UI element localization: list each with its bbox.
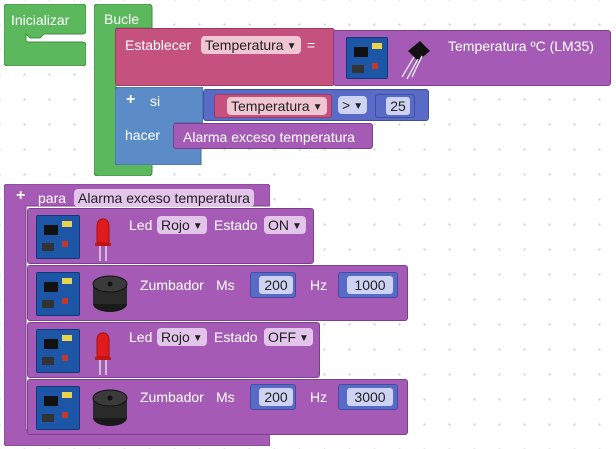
estado-label: Estado (214, 217, 258, 233)
establecer-variable-text: Temperatura (205, 37, 284, 53)
led-color-text: Rojo (161, 217, 190, 233)
hz-label: Hz (310, 277, 328, 293)
establecer-block[interactable]: Establecer Temperatura ▼ = (115, 28, 335, 86)
mutator-plus-icon[interactable]: + (126, 92, 135, 108)
ms-label: Ms (216, 277, 235, 293)
para-label: para (38, 190, 67, 206)
chevron-down-icon: ▼ (192, 333, 203, 344)
chevron-down-icon: ▼ (286, 41, 297, 52)
ms-label: Ms (216, 389, 235, 405)
led-state-dropdown[interactable]: ON ▼ (264, 216, 306, 234)
buzzer-icon (92, 389, 128, 426)
compare-number-block[interactable]: 25 (375, 94, 415, 118)
operator-text: > (342, 97, 351, 113)
threshold-number-field[interactable]: 25 (386, 97, 410, 115)
procedure-name-field[interactable]: Alarma exceso temperatura (74, 189, 254, 207)
sensor-lm35-block[interactable]: Temperatura ºC (LM35) (333, 30, 611, 86)
chevron-down-icon: ▼ (192, 221, 203, 232)
led-color-dropdown[interactable]: Rojo ▼ (157, 328, 207, 346)
lm35-sensor-icon (401, 41, 430, 80)
estado-label: Estado (214, 329, 258, 345)
led-state-text: OFF (268, 329, 296, 345)
led-label: Led (129, 329, 153, 345)
led-color-dropdown[interactable]: Rojo ▼ (157, 216, 207, 234)
hz-number-block[interactable]: 1000 (338, 272, 398, 298)
buzzer-block[interactable]: Zumbador Ms 200 Hz 1000 (27, 265, 408, 321)
inicializar-label: Inicializar (11, 12, 70, 28)
board-icon (36, 215, 80, 259)
board-icon (36, 386, 80, 430)
board-icon (346, 37, 388, 79)
compare-variable-text: Temperatura (231, 98, 310, 114)
red-led-icon (95, 218, 111, 261)
operator-dropdown[interactable]: > ▼ (338, 96, 368, 114)
inicializar-block[interactable]: Inicializar (4, 4, 86, 66)
compare-block[interactable]: Temperatura ▼ > ▼ 25 (203, 89, 429, 121)
compare-variable-dropdown[interactable]: Temperatura ▼ (227, 97, 327, 115)
sensor-label: Temperatura ºC (LM35) (448, 38, 594, 54)
chevron-down-icon: ▼ (299, 333, 309, 344)
ms-number-block[interactable]: 200 (250, 272, 296, 298)
si-label: si (150, 93, 161, 109)
procedure-plus-icon[interactable]: + (16, 188, 25, 204)
hz-label: Hz (310, 389, 328, 405)
hz-number-field[interactable]: 1000 (347, 276, 393, 294)
hacer-label: hacer (125, 127, 161, 143)
call-alarma-block[interactable]: Alarma exceso temperatura (173, 123, 373, 149)
red-led-icon (95, 332, 111, 375)
bucle-label: Bucle (104, 11, 140, 27)
establecer-label: Establecer (125, 37, 192, 53)
ms-number-field[interactable]: 200 (259, 388, 293, 406)
hz-number-block[interactable]: 3000 (338, 384, 398, 410)
led-block[interactable]: Led Rojo ▼ Estado OFF ▼ (27, 322, 320, 378)
ms-number-block[interactable]: 200 (250, 384, 296, 410)
board-icon (36, 272, 80, 316)
call-alarma-label: Alarma exceso temperatura (183, 129, 355, 145)
led-color-text: Rojo (161, 329, 190, 345)
led-state-dropdown[interactable]: OFF ▼ (264, 328, 313, 346)
led-block[interactable]: Led Rojo ▼ Estado ON ▼ (27, 208, 314, 264)
zumbador-label: Zumbador (140, 277, 204, 293)
equals-label: = (307, 37, 316, 53)
board-icon (36, 329, 80, 373)
chevron-down-icon: ▼ (312, 102, 323, 113)
establecer-variable-dropdown[interactable]: Temperatura ▼ (201, 36, 301, 54)
buzzer-block[interactable]: Zumbador Ms 200 Hz 3000 (27, 379, 408, 435)
led-state-text: ON (268, 217, 289, 233)
chevron-down-icon: ▼ (292, 221, 302, 232)
led-label: Led (129, 217, 153, 233)
hz-number-field[interactable]: 3000 (347, 388, 393, 406)
zumbador-label: Zumbador (140, 389, 204, 405)
buzzer-icon (92, 275, 128, 312)
chevron-down-icon: ▼ (353, 101, 364, 112)
compare-variable-block[interactable]: Temperatura ▼ (214, 94, 332, 118)
ms-number-field[interactable]: 200 (259, 276, 293, 294)
